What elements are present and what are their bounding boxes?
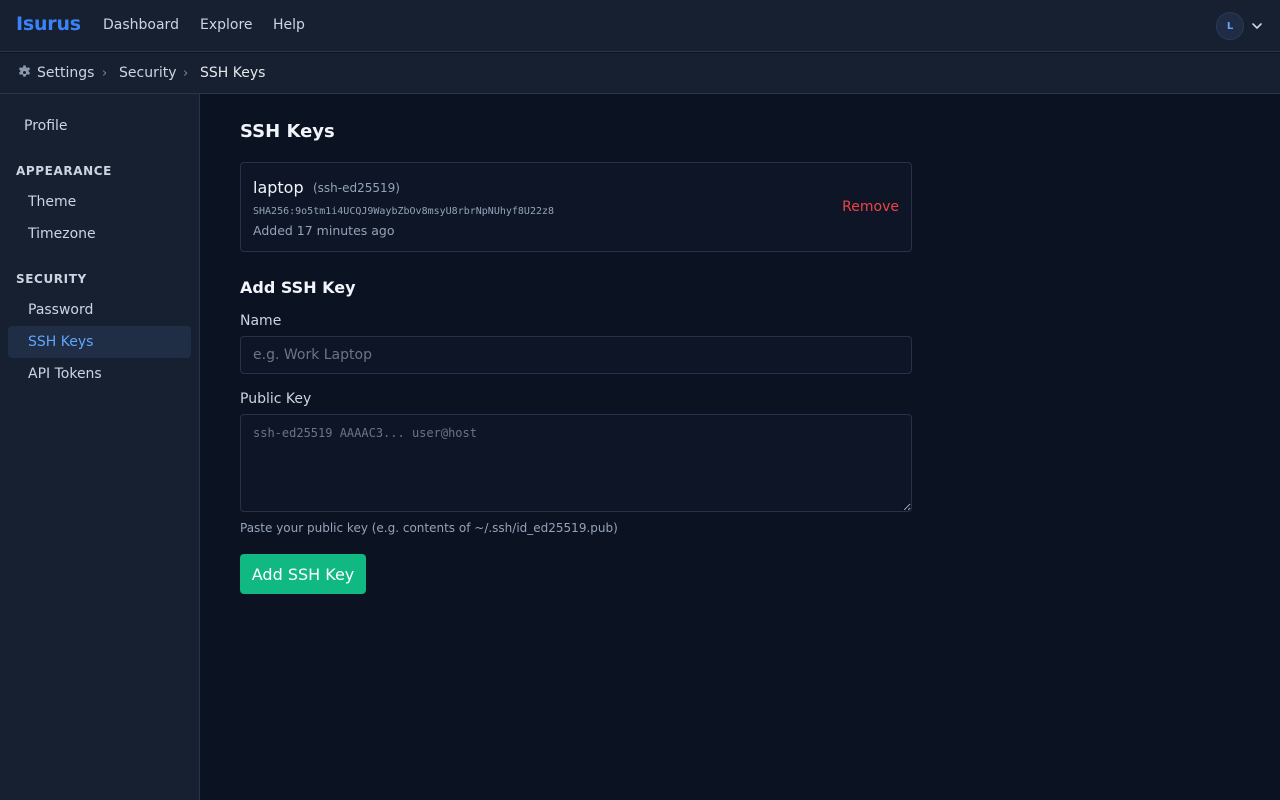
sidebar-item-timezone[interactable]: Timezone: [28, 226, 96, 242]
public-key-field-label: Public Key: [240, 391, 312, 407]
key-name: laptop: [253, 178, 304, 197]
page-title: SSH Keys: [240, 121, 335, 142]
sidebar-section-security: SECURITY: [16, 272, 87, 286]
ssh-key-card: laptop (ssh-ed25519) SHA256:9o5tm1i4UCQJ…: [240, 162, 912, 252]
breadcrumb-ssh-keys: SSH Keys: [200, 65, 266, 81]
sidebar-item-password[interactable]: Password: [28, 302, 93, 318]
nav-link-help[interactable]: Help: [273, 17, 305, 33]
add-ssh-key-button[interactable]: Add SSH Key: [240, 554, 366, 594]
add-ssh-key-heading: Add SSH Key: [240, 278, 356, 297]
nav-link-dashboard[interactable]: Dashboard: [103, 17, 179, 33]
name-field-label: Name: [240, 313, 282, 329]
nav-link-explore[interactable]: Explore: [200, 17, 253, 33]
app-logo[interactable]: Isurus: [16, 13, 81, 35]
breadcrumb-security[interactable]: Security: [119, 65, 177, 81]
sidebar-item-ssh-keys-label[interactable]: SSH Keys: [28, 334, 93, 350]
remove-key-button[interactable]: Remove: [842, 199, 899, 215]
breadcrumb-settings[interactable]: Settings: [37, 65, 94, 81]
public-key-hint: Paste your public key (e.g. contents of …: [240, 521, 618, 535]
key-added-time: Added 17 minutes ago: [253, 223, 395, 238]
sidebar-item-profile[interactable]: Profile: [24, 118, 68, 134]
public-key-textarea[interactable]: [240, 414, 912, 512]
key-fingerprint: SHA256:9o5tm1i4UCQJ9WaybZbOv8msyU8rbrNpN…: [253, 206, 555, 217]
breadcrumb-separator: ›: [183, 66, 189, 81]
top-navbar: Isurus Dashboard Explore Help L: [0, 0, 1280, 52]
chevron-down-icon[interactable]: [1250, 19, 1264, 33]
gear-icon: [18, 65, 31, 77]
settings-sidebar: Profile APPEARANCE Theme Timezone SECURI…: [0, 94, 200, 800]
key-type: (ssh-ed25519): [313, 181, 400, 195]
key-name-input[interactable]: [240, 336, 912, 374]
sidebar-item-api-tokens[interactable]: API Tokens: [28, 366, 102, 382]
sidebar-item-theme[interactable]: Theme: [28, 194, 76, 210]
avatar[interactable]: L: [1216, 12, 1244, 40]
breadcrumb-separator: ›: [102, 66, 108, 81]
sidebar-section-appearance: APPEARANCE: [16, 164, 112, 178]
breadcrumb: [0, 53, 1280, 94]
user-menu[interactable]: L: [1216, 12, 1264, 40]
